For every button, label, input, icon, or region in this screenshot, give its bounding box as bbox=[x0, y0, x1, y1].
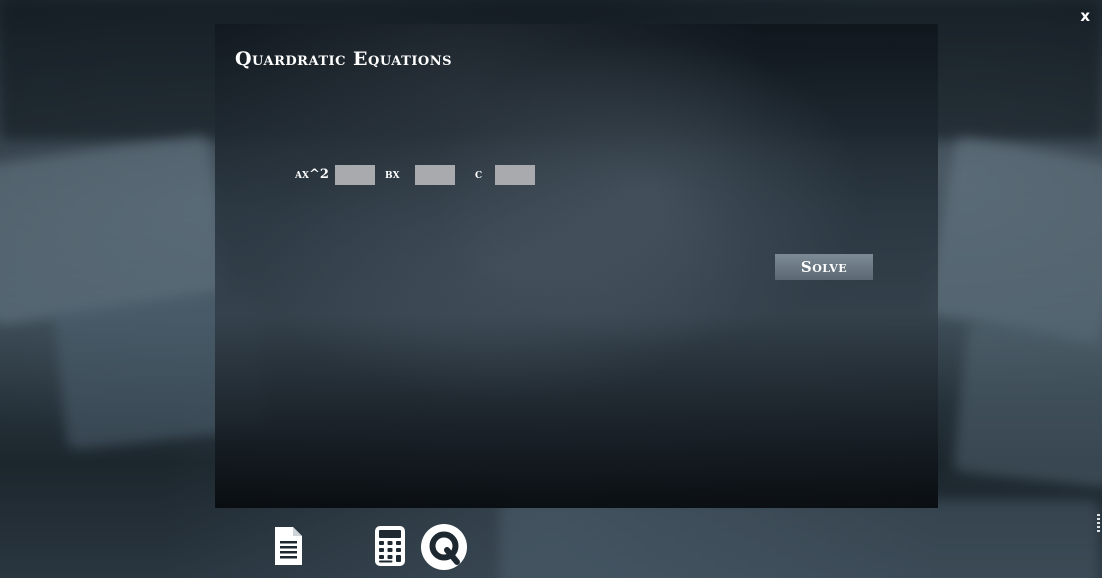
coefficient-a-label: ax^2 bbox=[295, 167, 329, 182]
document-icon[interactable] bbox=[272, 526, 304, 566]
coefficient-b-input[interactable] bbox=[415, 165, 455, 185]
quadratic-panel: Quardratic Equations ax^2 bx c Solve bbox=[215, 24, 938, 508]
coefficient-c-label: c bbox=[475, 167, 483, 182]
coefficient-b-label: bx bbox=[385, 167, 400, 182]
coefficient-a-input[interactable] bbox=[335, 165, 375, 185]
calculator-icon[interactable] bbox=[373, 525, 407, 567]
scroll-grip bbox=[1097, 514, 1100, 532]
coefficient-c-input[interactable] bbox=[495, 165, 535, 185]
solve-button[interactable]: Solve bbox=[775, 254, 873, 280]
background-key bbox=[925, 135, 1102, 345]
taskbar bbox=[0, 508, 1102, 578]
app-window: x Quardratic Equations ax^2 bx c Solve bbox=[0, 0, 1102, 578]
background-key bbox=[952, 322, 1102, 488]
close-button[interactable]: x bbox=[1080, 6, 1090, 26]
panel-title: Quardratic Equations bbox=[235, 48, 453, 70]
q-logo-icon[interactable] bbox=[420, 523, 468, 571]
